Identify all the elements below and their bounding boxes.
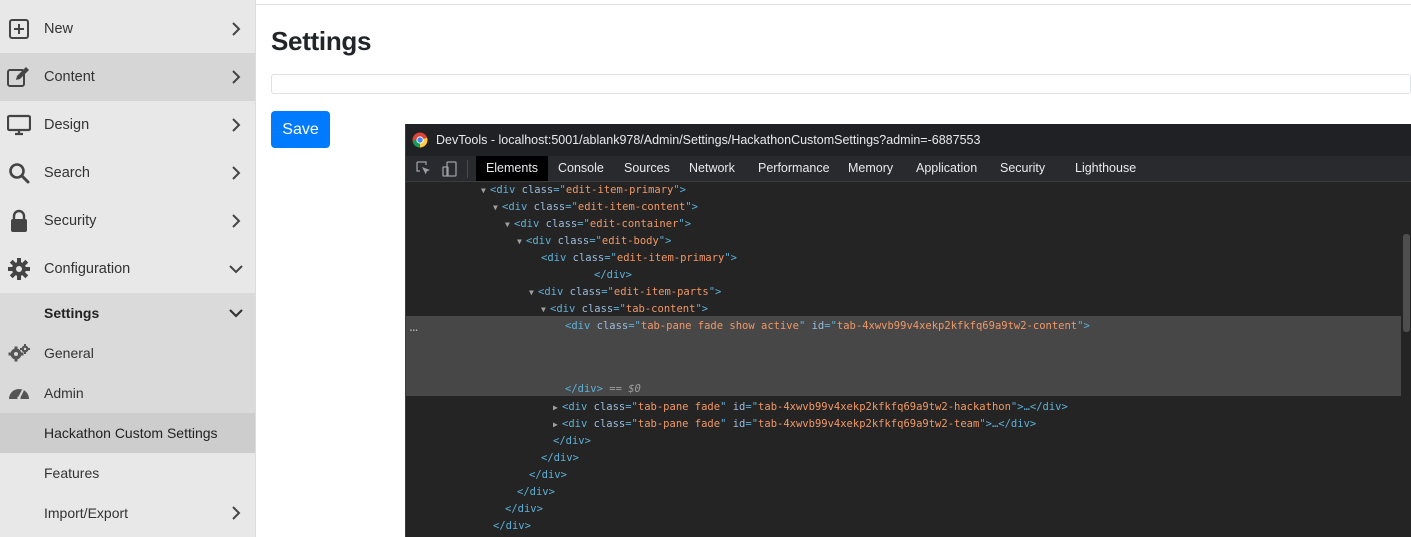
sidebar-item-import-export[interactable]: Import/Export — [0, 493, 255, 533]
sidebar-item-configuration[interactable]: Configuration — [0, 245, 255, 293]
dom-node[interactable]: <div class="edit-item-primary"> — [406, 250, 1411, 267]
sidebar-item-admin[interactable]: Admin — [0, 373, 255, 413]
sidebar-item-label: Hackathon Custom Settings — [44, 425, 218, 441]
tab-network[interactable]: Network — [689, 156, 735, 181]
sidebar-item-label: Settings — [44, 305, 100, 321]
chevron-right-icon — [229, 214, 243, 228]
dom-node-selected[interactable]: <div class="tab-pane fade show active" i… — [406, 318, 1411, 335]
tab-security[interactable]: Security — [1000, 156, 1045, 181]
dom-node[interactable]: ▶ <div class="tab-pane fade" id="tab-4xwv… — [406, 416, 1411, 433]
sidebar-item-label: New — [44, 21, 74, 37]
sidebar-item-new[interactable]: New — [0, 5, 255, 53]
tab-memory[interactable]: Memory — [848, 156, 893, 181]
sidebar-item-settings[interactable]: Settings — [0, 293, 255, 333]
tachometer-icon — [7, 381, 31, 405]
edit-icon — [7, 65, 31, 89]
save-button[interactable]: Save — [271, 111, 330, 148]
devtools-titlebar[interactable]: DevTools - localhost:5001/ablank978/Admi… — [406, 124, 1411, 156]
sidebar-item-security[interactable]: Security — [0, 197, 255, 245]
monitor-icon — [7, 113, 31, 137]
dom-node-selected-close[interactable]: </div> == $0 — [406, 381, 1411, 398]
chevron-right-icon — [229, 70, 243, 84]
sidebar-item-general[interactable]: General — [0, 333, 255, 373]
chevron-right-icon — [229, 118, 243, 132]
gears-icon — [7, 341, 31, 365]
sidebar-item-label: Search — [44, 165, 90, 181]
dom-node[interactable]: ▼ <div class="tab-content"> — [406, 301, 1411, 318]
sidebar-item-features[interactable]: Features — [0, 453, 255, 493]
chevron-right-icon — [229, 506, 243, 520]
tab-performance[interactable]: Performance — [758, 156, 830, 181]
sidebar-item-content[interactable]: Content — [0, 53, 255, 101]
lock-icon — [7, 209, 31, 233]
dom-scrollbar[interactable] — [1401, 182, 1411, 537]
dom-node-close[interactable]: </div> — [406, 450, 1411, 467]
dom-node[interactable]: ▼ <div class="edit-item-primary"> — [406, 182, 1411, 199]
sidebar-item-label: Features — [44, 465, 100, 481]
settings-tabs-container — [271, 74, 1411, 94]
device-toggle-icon[interactable] — [442, 161, 458, 177]
chrome-icon — [412, 132, 428, 148]
sidebar-item-label: Admin — [44, 385, 84, 401]
gear-icon — [7, 257, 31, 281]
sidebar-item-search[interactable]: Search — [0, 149, 255, 197]
dom-node-close[interactable]: </div> — [406, 501, 1411, 518]
tab-elements[interactable]: Elements — [476, 156, 548, 181]
tab-console[interactable]: Console — [558, 156, 604, 181]
chevron-down-icon — [229, 306, 243, 320]
dom-node[interactable]: ▶ <div class="tab-pane fade" id="tab-4xwv… — [406, 399, 1411, 416]
toolbar-divider — [467, 160, 468, 178]
admin-sidebar: New Content Design Search Security Confi… — [0, 0, 256, 537]
sidebar-item-label: Security — [44, 213, 97, 229]
search-icon — [7, 161, 31, 185]
divider — [256, 4, 1411, 5]
page-title: Settings — [271, 26, 372, 56]
sidebar-item-label: Import/Export — [44, 505, 129, 521]
tab-application[interactable]: Application — [916, 156, 977, 181]
devtools-toolbar: Elements Console Sources Network Perform… — [406, 156, 1411, 182]
dom-node-close[interactable]: </div> — [406, 518, 1411, 535]
inspect-element-icon[interactable] — [416, 161, 432, 177]
plus-square-icon — [7, 17, 31, 41]
tab-lighthouse[interactable]: Lighthouse — [1075, 156, 1136, 181]
sidebar-item-label: Configuration — [44, 261, 131, 277]
sidebar-item-label: Design — [44, 117, 90, 133]
sidebar-item-label: Content — [44, 69, 95, 85]
dom-node-close[interactable]: </div> — [406, 433, 1411, 450]
sidebar-item-label: General — [44, 345, 94, 361]
sidebar-item-hackathon-custom-settings[interactable]: Hackathon Custom Settings — [0, 413, 255, 453]
elements-dom-tree[interactable]: ... ▼ <div class="edit-item-primary"> ▼ <d… — [406, 182, 1411, 537]
tab-sources[interactable]: Sources — [624, 156, 670, 181]
chevron-right-icon — [229, 22, 243, 36]
sidebar-item-design[interactable]: Design — [0, 101, 255, 149]
dom-node[interactable]: ▼ <div class="edit-body"> — [406, 233, 1411, 250]
dom-node-close[interactable]: </div> — [406, 467, 1411, 484]
dom-node-close[interactable]: </div> — [406, 484, 1411, 501]
dom-node[interactable]: ▼ <div class="edit-item-content"> — [406, 199, 1411, 216]
devtools-window: DevTools - localhost:5001/ablank978/Admi… — [405, 124, 1411, 537]
scrollbar-thumb[interactable] — [1403, 234, 1410, 332]
chevron-right-icon — [229, 166, 243, 180]
dom-node[interactable]: </div> — [406, 267, 1411, 284]
chevron-down-icon — [229, 262, 243, 276]
dom-node[interactable]: ▼ <div class="edit-item-parts"> — [406, 284, 1411, 301]
dom-node[interactable]: ▼ <div class="edit-container"> — [406, 216, 1411, 233]
devtools-title: DevTools - localhost:5001/ablank978/Admi… — [436, 133, 981, 147]
